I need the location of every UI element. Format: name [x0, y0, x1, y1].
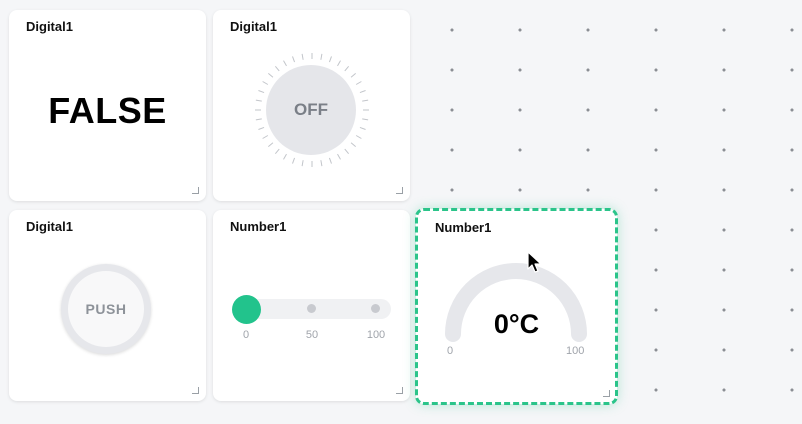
knob-tick — [292, 157, 296, 164]
knob-tick — [350, 142, 356, 148]
knob-tick — [255, 99, 262, 102]
knob-tick — [344, 66, 350, 72]
resize-handle-icon[interactable] — [396, 187, 403, 194]
resize-handle-icon[interactable] — [192, 187, 199, 194]
knob-toggle-button[interactable]: OFF — [266, 65, 356, 155]
widget-title: Digital1 — [26, 19, 73, 34]
knob-tick — [258, 90, 265, 94]
slider-mid-label: 50 — [305, 329, 319, 341]
knob-tick — [283, 153, 287, 160]
slider-max-label: 100 — [366, 329, 386, 341]
knob-tick — [328, 157, 332, 164]
knob-tick — [262, 81, 269, 85]
knob-tick — [274, 148, 280, 154]
knob-tick — [268, 142, 274, 148]
knob-tick — [258, 126, 265, 130]
widget-digital-push[interactable]: Digital1 PUSH — [9, 210, 206, 401]
widget-number-gauge[interactable]: Number1 0°C 0 100 — [415, 208, 618, 405]
knob-state-label: OFF — [294, 100, 328, 119]
knob-tick — [362, 118, 369, 121]
knob-tick — [359, 126, 366, 130]
knob-tick — [320, 53, 323, 60]
widget-digital-knob[interactable]: Digital1 OFF — [213, 10, 410, 201]
knob-tick — [337, 153, 341, 160]
slider-step-dot — [307, 304, 316, 313]
gauge-min-label: 0 — [447, 345, 454, 357]
widget-title: Digital1 — [26, 219, 73, 234]
knob-tick — [355, 81, 362, 85]
knob-tick — [328, 56, 332, 63]
knob-tick — [359, 90, 366, 94]
widget-title: Number1 — [230, 219, 287, 234]
knob-tick — [292, 56, 296, 63]
digital-value-text: FALSE — [48, 90, 167, 131]
knob-tick — [362, 99, 369, 102]
knob-tick — [301, 160, 304, 167]
widget-digital-text[interactable]: Digital1 FALSE — [9, 10, 206, 201]
push-button[interactable]: PUSH — [61, 264, 151, 354]
knob-tick — [350, 72, 356, 78]
knob-tick — [268, 72, 274, 78]
slider-min-label: 0 — [242, 329, 250, 341]
knob-tick — [344, 148, 350, 154]
gauge-value: 0°C — [493, 309, 540, 339]
knob-tick — [337, 60, 341, 67]
resize-handle-icon[interactable] — [192, 387, 199, 394]
resize-handle-icon[interactable] — [396, 387, 403, 394]
resize-handle-icon[interactable] — [603, 390, 610, 397]
knob-tick — [355, 135, 362, 139]
knob-tick — [274, 66, 280, 72]
push-button-face[interactable]: PUSH — [68, 271, 144, 347]
mouse-cursor-icon — [527, 251, 542, 273]
knob-tick — [255, 118, 262, 121]
gauge-arc-icon — [445, 263, 587, 342]
knob-tick — [283, 60, 287, 67]
knob-tick — [320, 160, 323, 167]
widget-title: Digital1 — [230, 19, 277, 34]
gauge-max-label: 100 — [566, 345, 585, 357]
knob-tick — [301, 53, 304, 60]
slider-step-dot — [371, 304, 380, 313]
slider-thumb[interactable] — [232, 295, 261, 324]
push-button-label: PUSH — [85, 301, 127, 317]
widget-number-slider[interactable]: Number1 0 50 100 — [213, 210, 410, 401]
knob-tick — [262, 135, 269, 139]
